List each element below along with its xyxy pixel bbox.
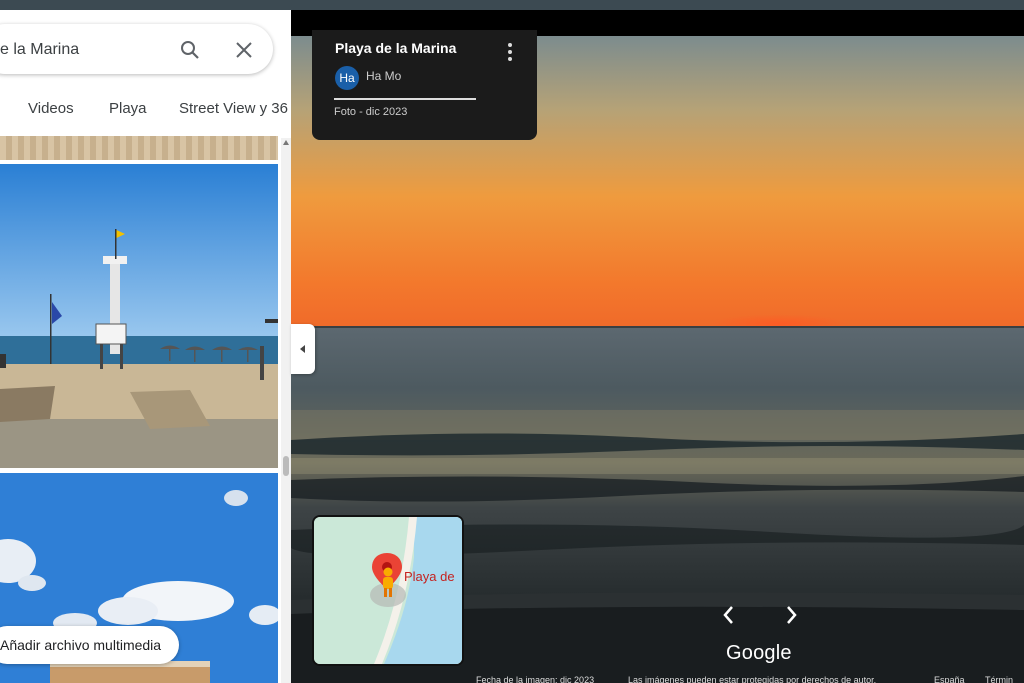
photo-list-scrollbar[interactable] bbox=[281, 138, 291, 683]
search-input[interactable] bbox=[0, 39, 150, 61]
scroll-thumb[interactable] bbox=[283, 456, 289, 476]
photo-list bbox=[0, 136, 282, 683]
app-root: Playa de la Marina Ha Ha Mo Foto - dic 2… bbox=[0, 0, 1024, 683]
info-divider bbox=[334, 98, 476, 100]
category-tabs: Videos Playa Street View y 36 bbox=[0, 100, 291, 126]
beach-lifeguard-photo bbox=[0, 164, 278, 468]
search-icon[interactable] bbox=[178, 38, 202, 62]
tab-playa[interactable]: Playa bbox=[109, 100, 147, 117]
search-box bbox=[0, 24, 273, 74]
scroll-up-arrow[interactable] bbox=[283, 140, 289, 145]
browser-top-strip bbox=[0, 0, 1024, 10]
collapse-panel-button[interactable] bbox=[291, 324, 315, 374]
photo-info-card: Playa de la Marina Ha Ha Mo Foto - dic 2… bbox=[312, 30, 537, 140]
add-media-button[interactable]: Añadir archivo multimedia bbox=[0, 626, 180, 664]
author-avatar[interactable]: Ha bbox=[335, 66, 359, 90]
google-logo: Google bbox=[726, 642, 792, 664]
chevron-left-icon bbox=[300, 345, 305, 353]
photo-thumbnail[interactable] bbox=[0, 164, 278, 468]
pegman-icon bbox=[383, 567, 393, 597]
minimap-label: Playa de bbox=[404, 569, 455, 584]
tab-street-view[interactable]: Street View y 36 bbox=[179, 100, 288, 117]
side-panel: Videos Playa Street View y 36 bbox=[0, 10, 291, 683]
more-vert-icon[interactable] bbox=[502, 42, 518, 62]
copyright-notice[interactable]: Las imágenes pueden estar protegidas por… bbox=[628, 675, 876, 683]
terms-link[interactable]: Términ bbox=[985, 675, 1013, 683]
chevron-left-icon[interactable] bbox=[720, 604, 738, 626]
region-link[interactable]: España bbox=[934, 675, 965, 683]
place-title[interactable]: Playa de la Marina bbox=[335, 40, 456, 56]
photo-date: Foto - dic 2023 bbox=[334, 106, 408, 118]
image-date: Fecha de la imagen: dic 2023 bbox=[476, 675, 595, 683]
footer-bar: Fecha de la imagen: dic 2023 Las imágene… bbox=[476, 675, 1024, 683]
tab-videos[interactable]: Videos bbox=[28, 100, 74, 117]
close-icon[interactable] bbox=[232, 38, 256, 62]
minimap[interactable]: Playa de bbox=[312, 515, 464, 666]
author-name[interactable]: Ha Mo bbox=[366, 69, 401, 83]
photo-thumbnail[interactable] bbox=[0, 136, 278, 160]
chevron-right-icon[interactable] bbox=[782, 604, 800, 626]
